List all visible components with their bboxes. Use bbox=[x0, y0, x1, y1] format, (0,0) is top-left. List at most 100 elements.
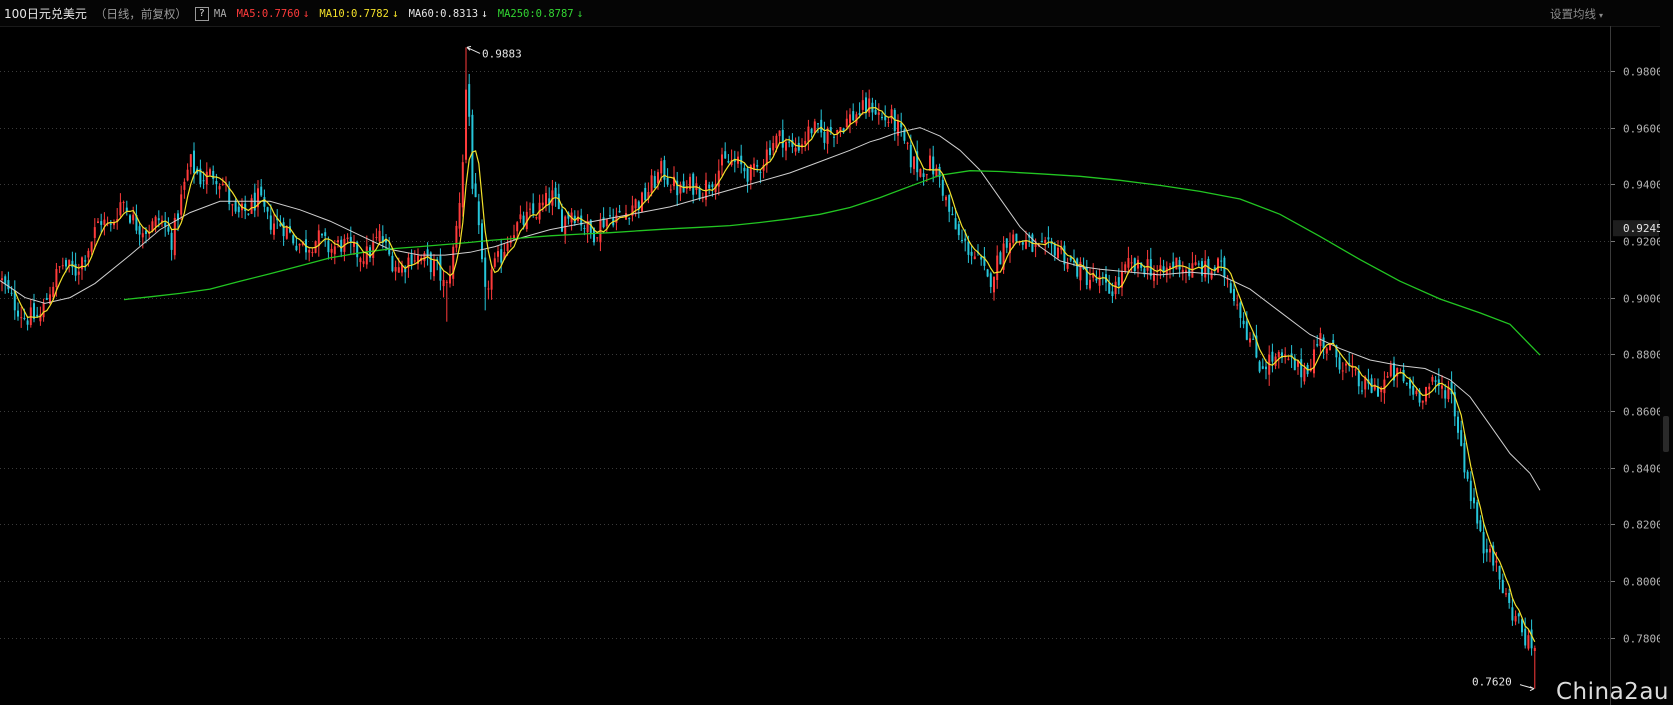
candle-body bbox=[397, 267, 400, 273]
candle-body bbox=[250, 198, 253, 214]
candle-body bbox=[721, 154, 723, 166]
candle-body bbox=[986, 269, 989, 277]
candle-body bbox=[596, 237, 599, 239]
candle-body bbox=[554, 187, 557, 197]
candle-body bbox=[260, 186, 263, 196]
candle-body bbox=[324, 232, 327, 236]
candle bbox=[173, 213, 176, 260]
down-arrow-icon: ↓ bbox=[302, 7, 310, 20]
candle bbox=[1194, 254, 1197, 266]
candle-body bbox=[1428, 386, 1431, 390]
candle bbox=[1239, 301, 1242, 328]
candle-body bbox=[215, 181, 218, 185]
candle-body bbox=[660, 161, 663, 174]
candle bbox=[1041, 232, 1043, 243]
candle-body bbox=[164, 222, 167, 227]
candle-body bbox=[845, 118, 848, 128]
candle-body bbox=[653, 176, 656, 188]
candle-body bbox=[1, 278, 3, 280]
candle-body bbox=[817, 123, 819, 125]
candle bbox=[1428, 383, 1431, 399]
candle bbox=[113, 219, 115, 229]
candle bbox=[324, 228, 327, 247]
candle-body bbox=[618, 210, 621, 213]
candle-body bbox=[743, 167, 746, 172]
candle bbox=[244, 195, 247, 220]
candle-body bbox=[1495, 560, 1498, 563]
candle bbox=[1492, 541, 1495, 572]
candle-body bbox=[1457, 416, 1459, 433]
candle-body bbox=[1124, 264, 1127, 272]
high-label: 0.9883 bbox=[482, 47, 522, 60]
candle bbox=[897, 114, 899, 146]
candle bbox=[417, 248, 419, 270]
candle-body bbox=[1508, 592, 1511, 603]
candle bbox=[881, 112, 883, 121]
candle bbox=[455, 220, 458, 253]
candle bbox=[1498, 565, 1501, 590]
candle bbox=[1210, 269, 1213, 281]
scrollbar[interactable] bbox=[1660, 26, 1673, 705]
candle-body bbox=[17, 310, 19, 317]
candle-body bbox=[1316, 344, 1319, 346]
candle-body bbox=[1479, 520, 1482, 532]
candle-body bbox=[77, 271, 80, 275]
ma-tag[interactable]: MA bbox=[214, 8, 227, 20]
candle-body bbox=[321, 233, 323, 236]
candle bbox=[1178, 256, 1181, 278]
candle bbox=[1172, 252, 1175, 277]
candle-body bbox=[234, 200, 237, 212]
candle-body bbox=[445, 281, 448, 283]
candle-body bbox=[413, 260, 416, 262]
candle bbox=[228, 181, 231, 211]
candle-body bbox=[391, 255, 394, 272]
candle-body bbox=[33, 303, 35, 319]
candle bbox=[692, 172, 695, 204]
help-icon[interactable]: ? bbox=[194, 6, 209, 21]
candle-body bbox=[877, 112, 880, 115]
candle-body bbox=[535, 217, 538, 219]
candle-body bbox=[1047, 237, 1050, 240]
candle-body bbox=[330, 248, 333, 253]
candle-body bbox=[1194, 262, 1197, 265]
price-chart[interactable]: 0.98830.7620 0.98000.96000.94000.92000.9… bbox=[0, 0, 1673, 705]
candle-body bbox=[724, 151, 727, 159]
candle bbox=[1114, 276, 1117, 300]
candle-body bbox=[1521, 619, 1523, 633]
candle-body bbox=[746, 168, 749, 182]
candle bbox=[625, 204, 627, 220]
candle bbox=[1089, 268, 1091, 291]
candle bbox=[596, 237, 599, 242]
candle-body bbox=[913, 156, 915, 169]
candle-body bbox=[1485, 549, 1488, 553]
scrollbar-thumb[interactable] bbox=[1663, 416, 1669, 452]
candle bbox=[740, 144, 743, 174]
candle-body bbox=[973, 256, 976, 260]
candle-body bbox=[1405, 383, 1408, 385]
candle bbox=[756, 159, 759, 173]
candle-body bbox=[244, 203, 247, 211]
candle bbox=[394, 260, 397, 281]
candle-body bbox=[945, 196, 947, 201]
candle bbox=[170, 228, 173, 261]
candle-body bbox=[465, 89, 467, 160]
candle-body bbox=[1197, 263, 1200, 265]
candle-body bbox=[455, 225, 458, 248]
candle-body bbox=[132, 214, 135, 221]
candle bbox=[375, 228, 378, 241]
candle-body bbox=[1386, 376, 1389, 378]
tick-label: 0.9400 bbox=[1623, 179, 1663, 192]
candle-body bbox=[109, 223, 112, 225]
candle bbox=[289, 218, 291, 234]
candle-body bbox=[410, 254, 413, 265]
candle-body bbox=[1130, 262, 1133, 264]
candle-body bbox=[212, 170, 215, 180]
candle-body bbox=[10, 292, 13, 294]
ma-settings-button[interactable]: 设置均线 ▾ bbox=[1550, 6, 1603, 22]
candle bbox=[1373, 378, 1376, 392]
candle-body bbox=[497, 251, 499, 257]
candle-body bbox=[999, 252, 1002, 265]
candle bbox=[77, 263, 80, 285]
candle bbox=[119, 193, 122, 219]
candle bbox=[564, 215, 567, 244]
